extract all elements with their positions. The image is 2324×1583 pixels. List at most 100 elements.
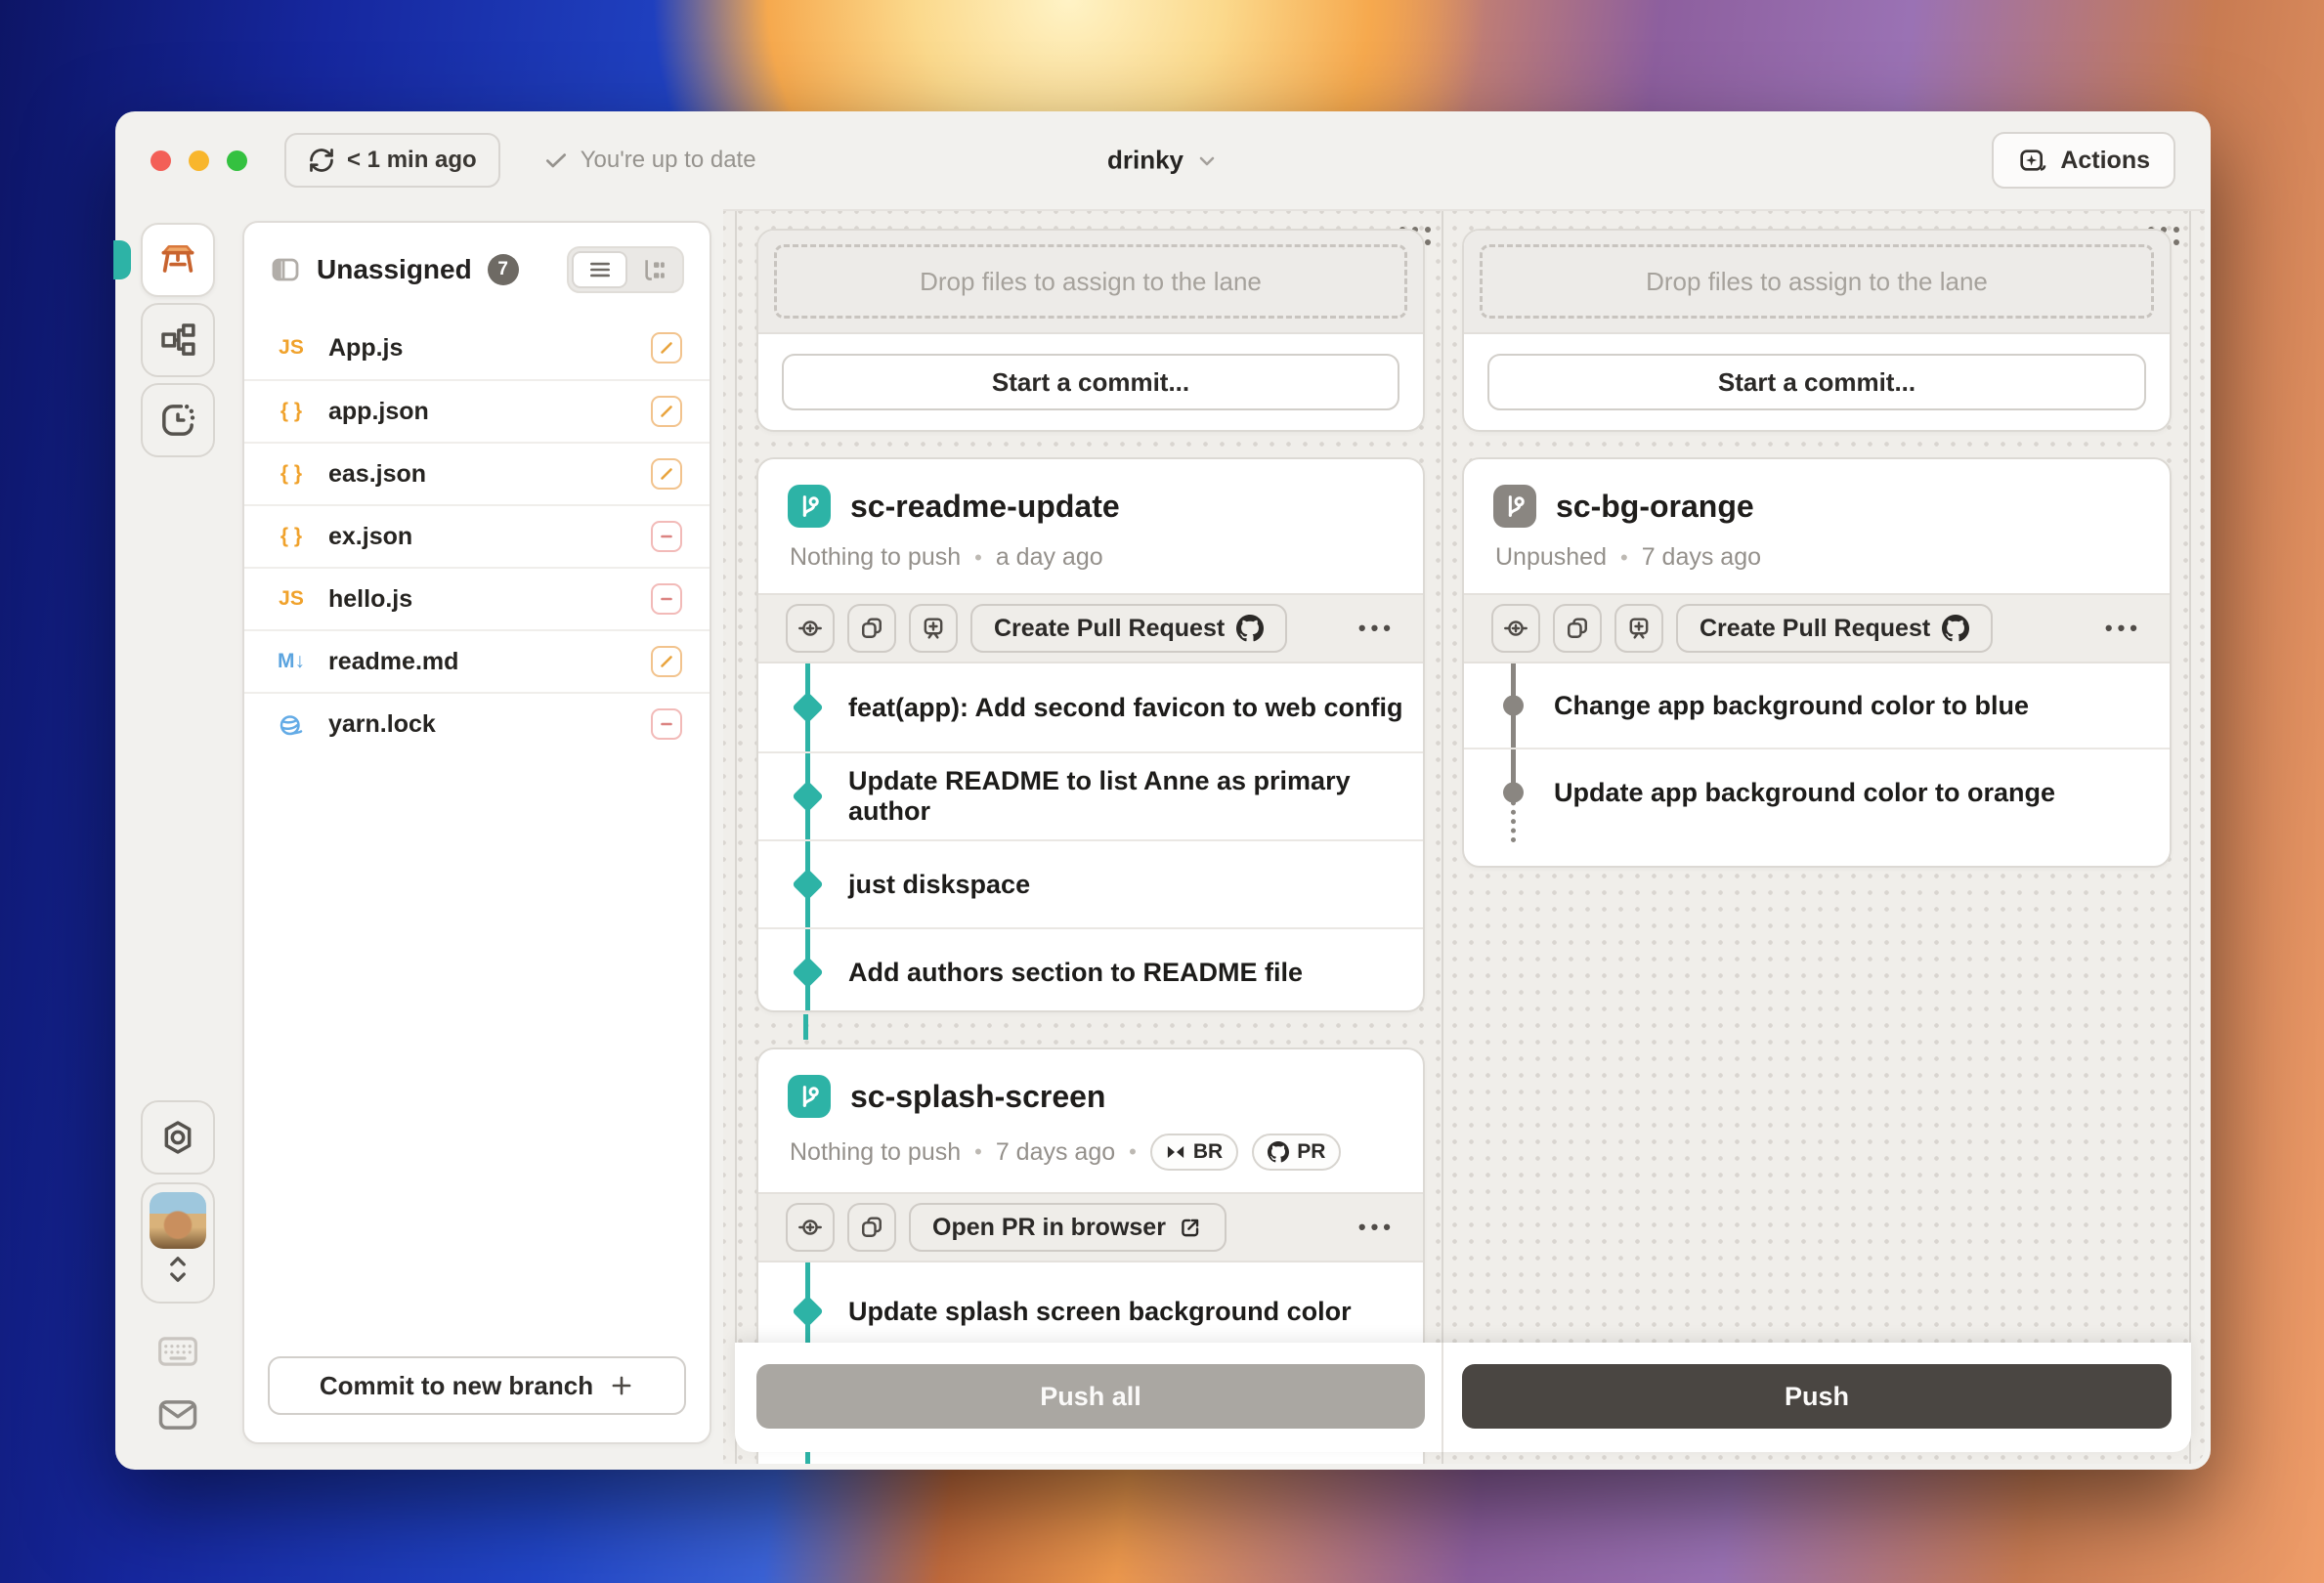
drop-zone-wrap: Drop files to assign to the lane: [1464, 231, 2170, 334]
minimize-button[interactable]: [189, 150, 209, 171]
add-dependent-branch-button[interactable]: [1614, 604, 1663, 653]
branch-menu-button[interactable]: •••: [1358, 616, 1396, 641]
lanes-footer: Push all Push: [735, 1343, 2191, 1452]
project-selector[interactable]: drinky: [1107, 146, 1219, 176]
refresh-icon: [308, 147, 335, 174]
add-branch-icon: [1625, 615, 1653, 642]
drop-zone[interactable]: Drop files to assign to the lane: [1480, 244, 2154, 319]
copy-branch-button[interactable]: [847, 1203, 896, 1252]
file-row[interactable]: { } eas.json: [244, 442, 710, 504]
start-commit-button[interactable]: Start a commit...: [1487, 354, 2146, 410]
push-status: Nothing to push: [790, 543, 961, 572]
commit-target-button[interactable]: [786, 604, 835, 653]
push-button[interactable]: Push: [1462, 1364, 2172, 1429]
keyboard-shortcuts-button[interactable]: [141, 1335, 215, 1368]
commit-dot: [792, 1296, 824, 1328]
create-pr-label: Create Pull Request: [994, 615, 1225, 643]
files-panel: Unassigned 7 JS App.js { } app.json { }: [242, 221, 711, 1444]
avatar: [150, 1192, 206, 1249]
settings-button[interactable]: [141, 1100, 215, 1175]
file-name: hello.js: [328, 585, 633, 614]
deleted-status-icon: [651, 583, 682, 615]
lane-header-card: Drop files to assign to the lane Start a…: [756, 229, 1425, 432]
file-row[interactable]: JS App.js: [244, 317, 710, 379]
branch-badge-icon: [1493, 485, 1536, 528]
file-name: readme.md: [328, 648, 633, 676]
app-window: < 1 min ago You're up to date drinky Act…: [115, 111, 2211, 1470]
commit-target-button[interactable]: [1491, 604, 1540, 653]
commit-row[interactable]: Add authors section to README file: [758, 927, 1423, 1012]
branch-age: a day ago: [996, 543, 1103, 572]
settings-icon: [158, 1118, 197, 1157]
file-name: yarn.lock: [328, 710, 633, 739]
user-button[interactable]: [141, 1182, 215, 1304]
file-row[interactable]: { } ex.json: [244, 504, 710, 567]
actions-button[interactable]: Actions: [1992, 132, 2175, 189]
dot-separator: •: [1129, 1139, 1137, 1165]
rail-item-branches[interactable]: [141, 303, 215, 377]
drop-zone-label: Drop files to assign to the lane: [1646, 267, 1988, 297]
lane-divider: [1442, 211, 1443, 1464]
push-all-button[interactable]: Push all: [756, 1364, 1425, 1429]
commit-target-button[interactable]: [786, 1203, 835, 1252]
feedback-button[interactable]: [141, 1397, 215, 1433]
file-row[interactable]: M↓ readme.md: [244, 629, 710, 692]
branch-card: sc-bg-orange Unpushed • 7 days ago: [1462, 457, 2172, 868]
start-commit-button[interactable]: Start a commit...: [782, 354, 1399, 410]
json-file-icon: { }: [272, 462, 311, 486]
workbench-table-icon: [156, 238, 199, 281]
branch-badge-icon: [788, 1075, 831, 1118]
create-pr-label: Create Pull Request: [1700, 615, 1930, 643]
commit-row[interactable]: Change app background color to blue: [1464, 663, 2170, 748]
commit-dot: [792, 869, 824, 901]
deleted-status-icon: [651, 708, 682, 740]
open-pr-button[interactable]: Open PR in browser: [909, 1203, 1227, 1252]
commit-row[interactable]: Update README to list Anne as primary au…: [758, 751, 1423, 839]
create-pr-button[interactable]: Create Pull Request: [970, 604, 1287, 653]
keyboard-icon: [157, 1335, 198, 1368]
commit-row[interactable]: feat(app): Add second favicon to web con…: [758, 663, 1423, 751]
copy-branch-button[interactable]: [847, 604, 896, 653]
commit-row[interactable]: just diskspace: [758, 839, 1423, 927]
rail-item-history[interactable]: [141, 383, 215, 457]
tree-view-icon: [641, 257, 667, 282]
branch-menu-button[interactable]: •••: [1358, 1215, 1396, 1240]
list-view-button[interactable]: [572, 251, 627, 288]
dot-separator: •: [974, 1139, 982, 1165]
branch-menu-button[interactable]: •••: [2105, 616, 2142, 641]
file-name: App.js: [328, 334, 633, 363]
commit-dot: [1503, 696, 1524, 716]
js-file-icon: JS: [272, 336, 311, 360]
titlebar: < 1 min ago You're up to date drinky Act…: [115, 111, 2211, 209]
traffic-lights: [151, 150, 247, 171]
add-dependent-branch-button[interactable]: [909, 604, 958, 653]
commit-row[interactable]: Update app background color to orange: [1464, 748, 2170, 835]
push-status: Unpushed: [1495, 543, 1607, 572]
commit-message: Update splash screen background color: [848, 1297, 1352, 1327]
pr-badge[interactable]: PR: [1252, 1134, 1341, 1171]
file-row[interactable]: JS hello.js: [244, 567, 710, 629]
zoom-button[interactable]: [227, 150, 247, 171]
tree-view-button[interactable]: [627, 251, 679, 288]
lane-header-card: Drop files to assign to the lane Start a…: [1462, 229, 2172, 432]
dot-separator: •: [1620, 545, 1628, 571]
branch-age: 7 days ago: [1642, 543, 1761, 572]
github-icon: [1236, 615, 1264, 642]
branch-name[interactable]: sc-splash-screen: [850, 1079, 1105, 1115]
branch-name[interactable]: sc-bg-orange: [1556, 489, 1754, 525]
close-button[interactable]: [151, 150, 171, 171]
file-row[interactable]: yarn.lock: [244, 692, 710, 754]
copy-branch-button[interactable]: [1553, 604, 1602, 653]
branch-name[interactable]: sc-readme-update: [850, 489, 1120, 525]
create-pr-button[interactable]: Create Pull Request: [1676, 604, 1993, 653]
github-icon: [1268, 1141, 1289, 1163]
drop-zone[interactable]: Drop files to assign to the lane: [774, 244, 1407, 319]
commit-to-new-branch-button[interactable]: Commit to new branch: [268, 1356, 686, 1415]
file-row[interactable]: { } app.json: [244, 379, 710, 442]
sync-button[interactable]: < 1 min ago: [284, 133, 500, 188]
copy-icon: [858, 615, 885, 642]
br-badge[interactable]: BR: [1150, 1134, 1238, 1171]
active-project-indicator: [113, 240, 131, 279]
rail-item-workspace[interactable]: [141, 223, 215, 297]
json-file-icon: { }: [272, 400, 311, 423]
